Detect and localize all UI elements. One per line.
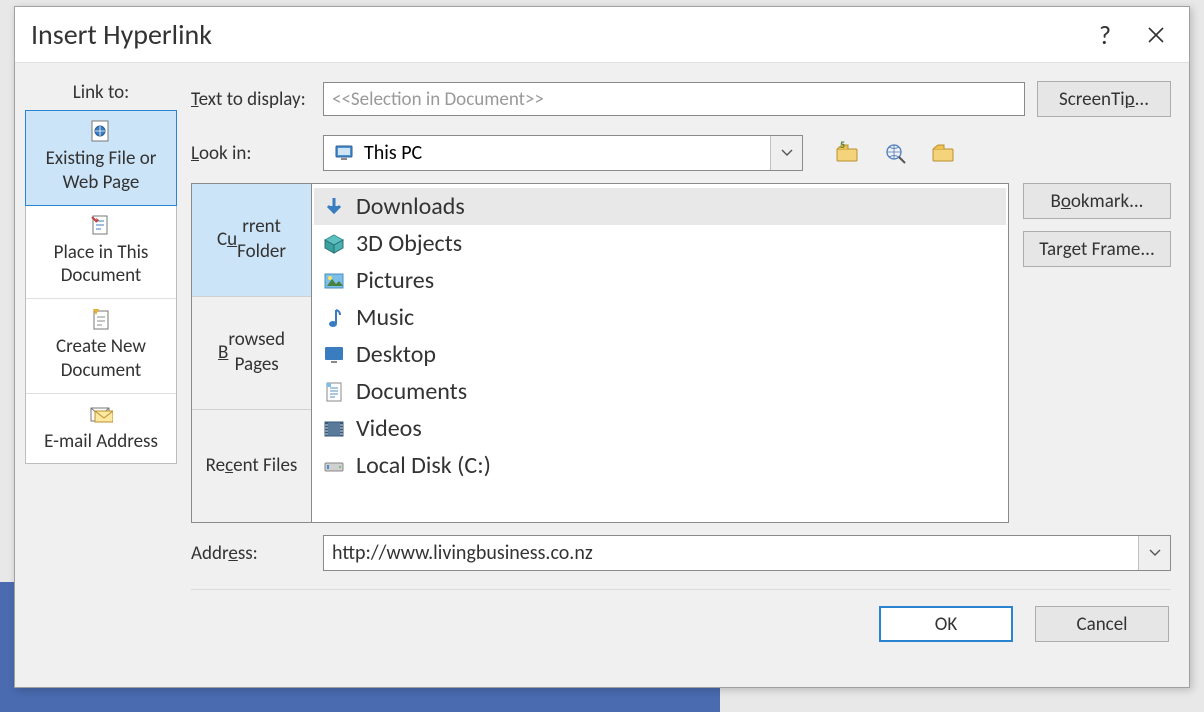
file-item-3d-objects[interactable]: 3D Objects — [314, 225, 1006, 262]
look-in-toolbar: 5 — [829, 136, 963, 170]
disk-icon — [322, 454, 346, 478]
file-item-local-disk[interactable]: Local Disk (C:) — [314, 447, 1006, 484]
email-icon — [89, 402, 113, 426]
look-in-text: This PC — [324, 136, 770, 170]
side-tab-current-folder[interactable]: CurrentFolder — [192, 184, 311, 297]
file-item-desktop[interactable]: Desktop — [314, 336, 1006, 373]
tab-existing-file-or-web-page[interactable]: Existing File or Web Page — [25, 110, 177, 206]
chevron-down-icon[interactable] — [770, 136, 802, 170]
right-button-column: Bookmark... Target Frame... — [1023, 183, 1171, 523]
new-page-icon — [89, 307, 113, 331]
dialog-body: Link to: Existing File or Web Page Place… — [15, 63, 1189, 687]
address-combo — [323, 535, 1171, 571]
file-item-label: Desktop — [356, 340, 436, 369]
desktop-icon — [322, 343, 346, 367]
tab-label-line1: E-mail Address — [44, 430, 158, 454]
look-in-row: Look in: This PC 5 — [191, 135, 1171, 171]
side-tab-recent-files[interactable]: Recent Files — [192, 410, 311, 522]
this-pc-icon — [334, 144, 356, 162]
address-input[interactable] — [324, 536, 1138, 570]
page-target-icon — [89, 213, 113, 237]
tab-create-new-document[interactable]: Create New Document — [26, 299, 176, 394]
cube-icon — [322, 232, 346, 256]
file-item-downloads[interactable]: Downloads — [314, 188, 1006, 225]
tab-label-line2: Document — [61, 359, 142, 383]
link-to-panel: Link to: Existing File or Web Page Place… — [25, 81, 177, 669]
tab-label-line2: Document — [61, 264, 142, 288]
insert-hyperlink-dialog: Insert Hyperlink ? Link to: Existing Fil… — [14, 6, 1190, 688]
side-tab-column: CurrentFolder BrowsedPages Recent Files — [191, 183, 311, 523]
file-item-label: Local Disk (C:) — [356, 451, 491, 480]
file-item-pictures[interactable]: Pictures — [314, 262, 1006, 299]
file-item-label: 3D Objects — [356, 229, 462, 258]
link-to-tabs: Existing File or Web Page Place in This … — [25, 110, 177, 464]
tab-place-in-this-document[interactable]: Place in This Document — [26, 205, 176, 300]
pictures-icon — [322, 269, 346, 293]
tab-label-line1: Place in This — [54, 241, 149, 265]
file-item-label: Downloads — [356, 192, 465, 221]
target-frame-button[interactable]: Target Frame... — [1023, 231, 1171, 267]
cancel-button[interactable]: Cancel — [1035, 606, 1169, 642]
text-to-display-row: Text to display: <<Selection in Document… — [191, 81, 1171, 117]
bookmark-button[interactable]: Bookmark... — [1023, 183, 1171, 219]
link-to-label: Link to: — [25, 81, 177, 104]
chevron-down-icon[interactable] — [1138, 536, 1170, 570]
file-item-videos[interactable]: Videos — [314, 410, 1006, 447]
look-in-value: This PC — [364, 141, 422, 165]
help-icon[interactable]: ? — [1069, 19, 1141, 51]
screentip-button[interactable]: ScreenTip... — [1037, 81, 1171, 117]
ok-button[interactable]: OK — [879, 606, 1013, 642]
address-label: Address: — [191, 542, 311, 565]
download-arrow-icon — [322, 195, 346, 219]
videos-icon — [322, 417, 346, 441]
tab-label-line1: Create New — [56, 335, 146, 359]
file-browser-row: CurrentFolder BrowsedPages Recent Files — [191, 183, 1171, 523]
text-to-display-label: Text to display: — [191, 88, 311, 111]
file-item-label: Videos — [356, 414, 422, 443]
browse-web-button[interactable] — [877, 136, 915, 170]
tab-label-line1: Existing File or — [46, 147, 157, 171]
file-item-music[interactable]: Music — [314, 299, 1006, 336]
browse-file-button[interactable] — [925, 136, 963, 170]
svg-text:5: 5 — [840, 141, 845, 151]
text-to-display-field[interactable]: <<Selection in Document>> — [323, 82, 1025, 116]
close-icon[interactable] — [1141, 26, 1171, 44]
documents-icon — [322, 380, 346, 404]
file-item-label: Pictures — [356, 266, 434, 295]
file-item-label: Documents — [356, 377, 467, 406]
look-in-label: Look in: — [191, 142, 311, 165]
look-in-combo[interactable]: This PC — [323, 135, 803, 171]
up-folder-button[interactable]: 5 — [829, 136, 867, 170]
music-note-icon — [322, 306, 346, 330]
file-item-documents[interactable]: Documents — [314, 373, 1006, 410]
dialog-titlebar: Insert Hyperlink ? — [15, 7, 1189, 63]
dialog-footer: OK Cancel — [191, 589, 1171, 642]
file-item-label: Music — [356, 303, 414, 332]
tab-label-line2: Web Page — [63, 171, 140, 195]
file-list[interactable]: Downloads 3D Objects Pictures — [311, 183, 1009, 523]
address-row: Address: — [191, 535, 1171, 571]
main-panel: Text to display: <<Selection in Document… — [191, 81, 1171, 669]
dialog-title: Insert Hyperlink — [31, 17, 1069, 52]
globe-page-icon — [89, 119, 113, 143]
tab-email-address[interactable]: E-mail Address — [26, 394, 176, 464]
side-tab-browsed-pages[interactable]: BrowsedPages — [192, 297, 311, 410]
